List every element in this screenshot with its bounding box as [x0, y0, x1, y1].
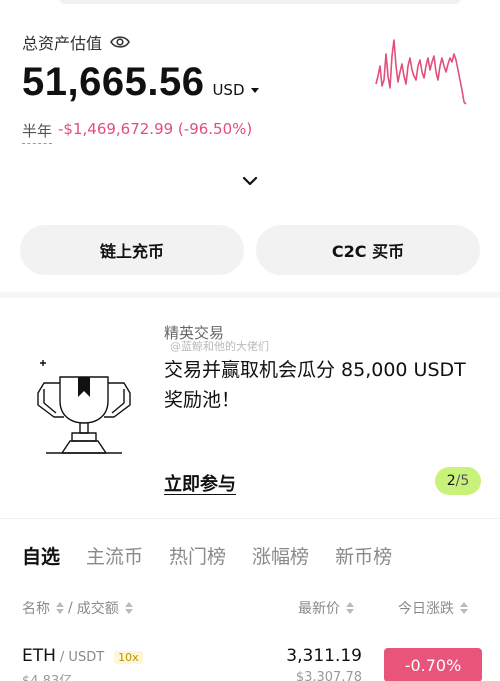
volume-value: $4.83亿 [22, 670, 72, 681]
leverage-badge: 10x [114, 651, 143, 664]
sort-icon[interactable] [56, 602, 64, 614]
sort-icon[interactable] [346, 602, 354, 614]
header-name-volume: 名称 / 成交额 [22, 598, 133, 618]
deposit-button[interactable]: 链上充币 [20, 225, 244, 275]
watermark: @蓝鲸和他的大佬们 [170, 340, 269, 353]
total-asset-label: 总资产估值 [22, 30, 130, 54]
header-volume[interactable]: 成交额 [77, 598, 119, 618]
chevron-down-icon[interactable] [241, 175, 259, 187]
section-divider [0, 292, 500, 298]
pager-current: 2 [446, 473, 456, 489]
sort-icon[interactable] [460, 602, 468, 614]
header-name[interactable]: 名称 [22, 598, 50, 618]
pnl-row: 半年 -$1,469,672.99 (-96.50%) [22, 120, 252, 144]
top-edge [60, 0, 460, 4]
join-now-link[interactable]: 立即参与 [164, 470, 236, 496]
header-sep: / [68, 600, 73, 616]
last-price: 3,311.19 [286, 646, 362, 666]
pair-symbol: ETH / USDT 10x [22, 646, 143, 666]
total-balance: 51,665.56 [22, 60, 205, 104]
promo-description: 交易并赢取机会瓜分 85,000 USDT 奖励池！ [164, 359, 466, 411]
base-symbol: ETH [22, 646, 56, 666]
section-divider-2 [0, 518, 500, 519]
header-price[interactable]: 最新价 [298, 598, 340, 618]
period-selector[interactable]: 半年 [22, 120, 53, 144]
c2c-buy-button[interactable]: C2C 买币 [256, 225, 480, 275]
tab-mainstream[interactable]: 主流币 [86, 542, 143, 569]
eye-icon[interactable] [110, 35, 130, 49]
header-change[interactable]: 今日涨跌 [398, 598, 454, 618]
quote-symbol: / USDT [59, 650, 105, 665]
tab-favorites[interactable]: 自选 [22, 542, 60, 569]
tab-hot[interactable]: 热门榜 [169, 542, 226, 569]
trophy-icon [37, 360, 131, 454]
tab-gainers[interactable]: 涨幅榜 [252, 542, 309, 569]
balance-sparkline[interactable] [374, 36, 470, 110]
table-row[interactable]: ETH / USDT 10x $4.83亿 3,311.19 $3,307.78… [22, 646, 482, 681]
asset-label-text: 总资产估值 [22, 34, 103, 53]
header-price-group: 最新价 [298, 598, 354, 618]
sort-icon[interactable] [124, 602, 133, 614]
promo-pager[interactable]: 2/5 [435, 467, 481, 495]
currency-label: USD [212, 81, 245, 99]
pager-total: /5 [455, 473, 470, 489]
caret-down-icon [250, 87, 259, 93]
last-price-usd: $3,307.78 [295, 670, 362, 681]
change-badge[interactable]: -0.70% [384, 648, 482, 681]
balance-row: 51,665.56 USD [22, 60, 259, 105]
tab-new[interactable]: 新币榜 [335, 542, 392, 569]
market-tabs: 自选 主流币 热门榜 涨幅榜 新币榜 [22, 542, 418, 569]
header-change-group: 今日涨跌 [398, 598, 468, 618]
currency-selector[interactable]: USD [212, 81, 259, 99]
pnl-value: -$1,469,672.99 (-96.50%) [58, 120, 253, 138]
